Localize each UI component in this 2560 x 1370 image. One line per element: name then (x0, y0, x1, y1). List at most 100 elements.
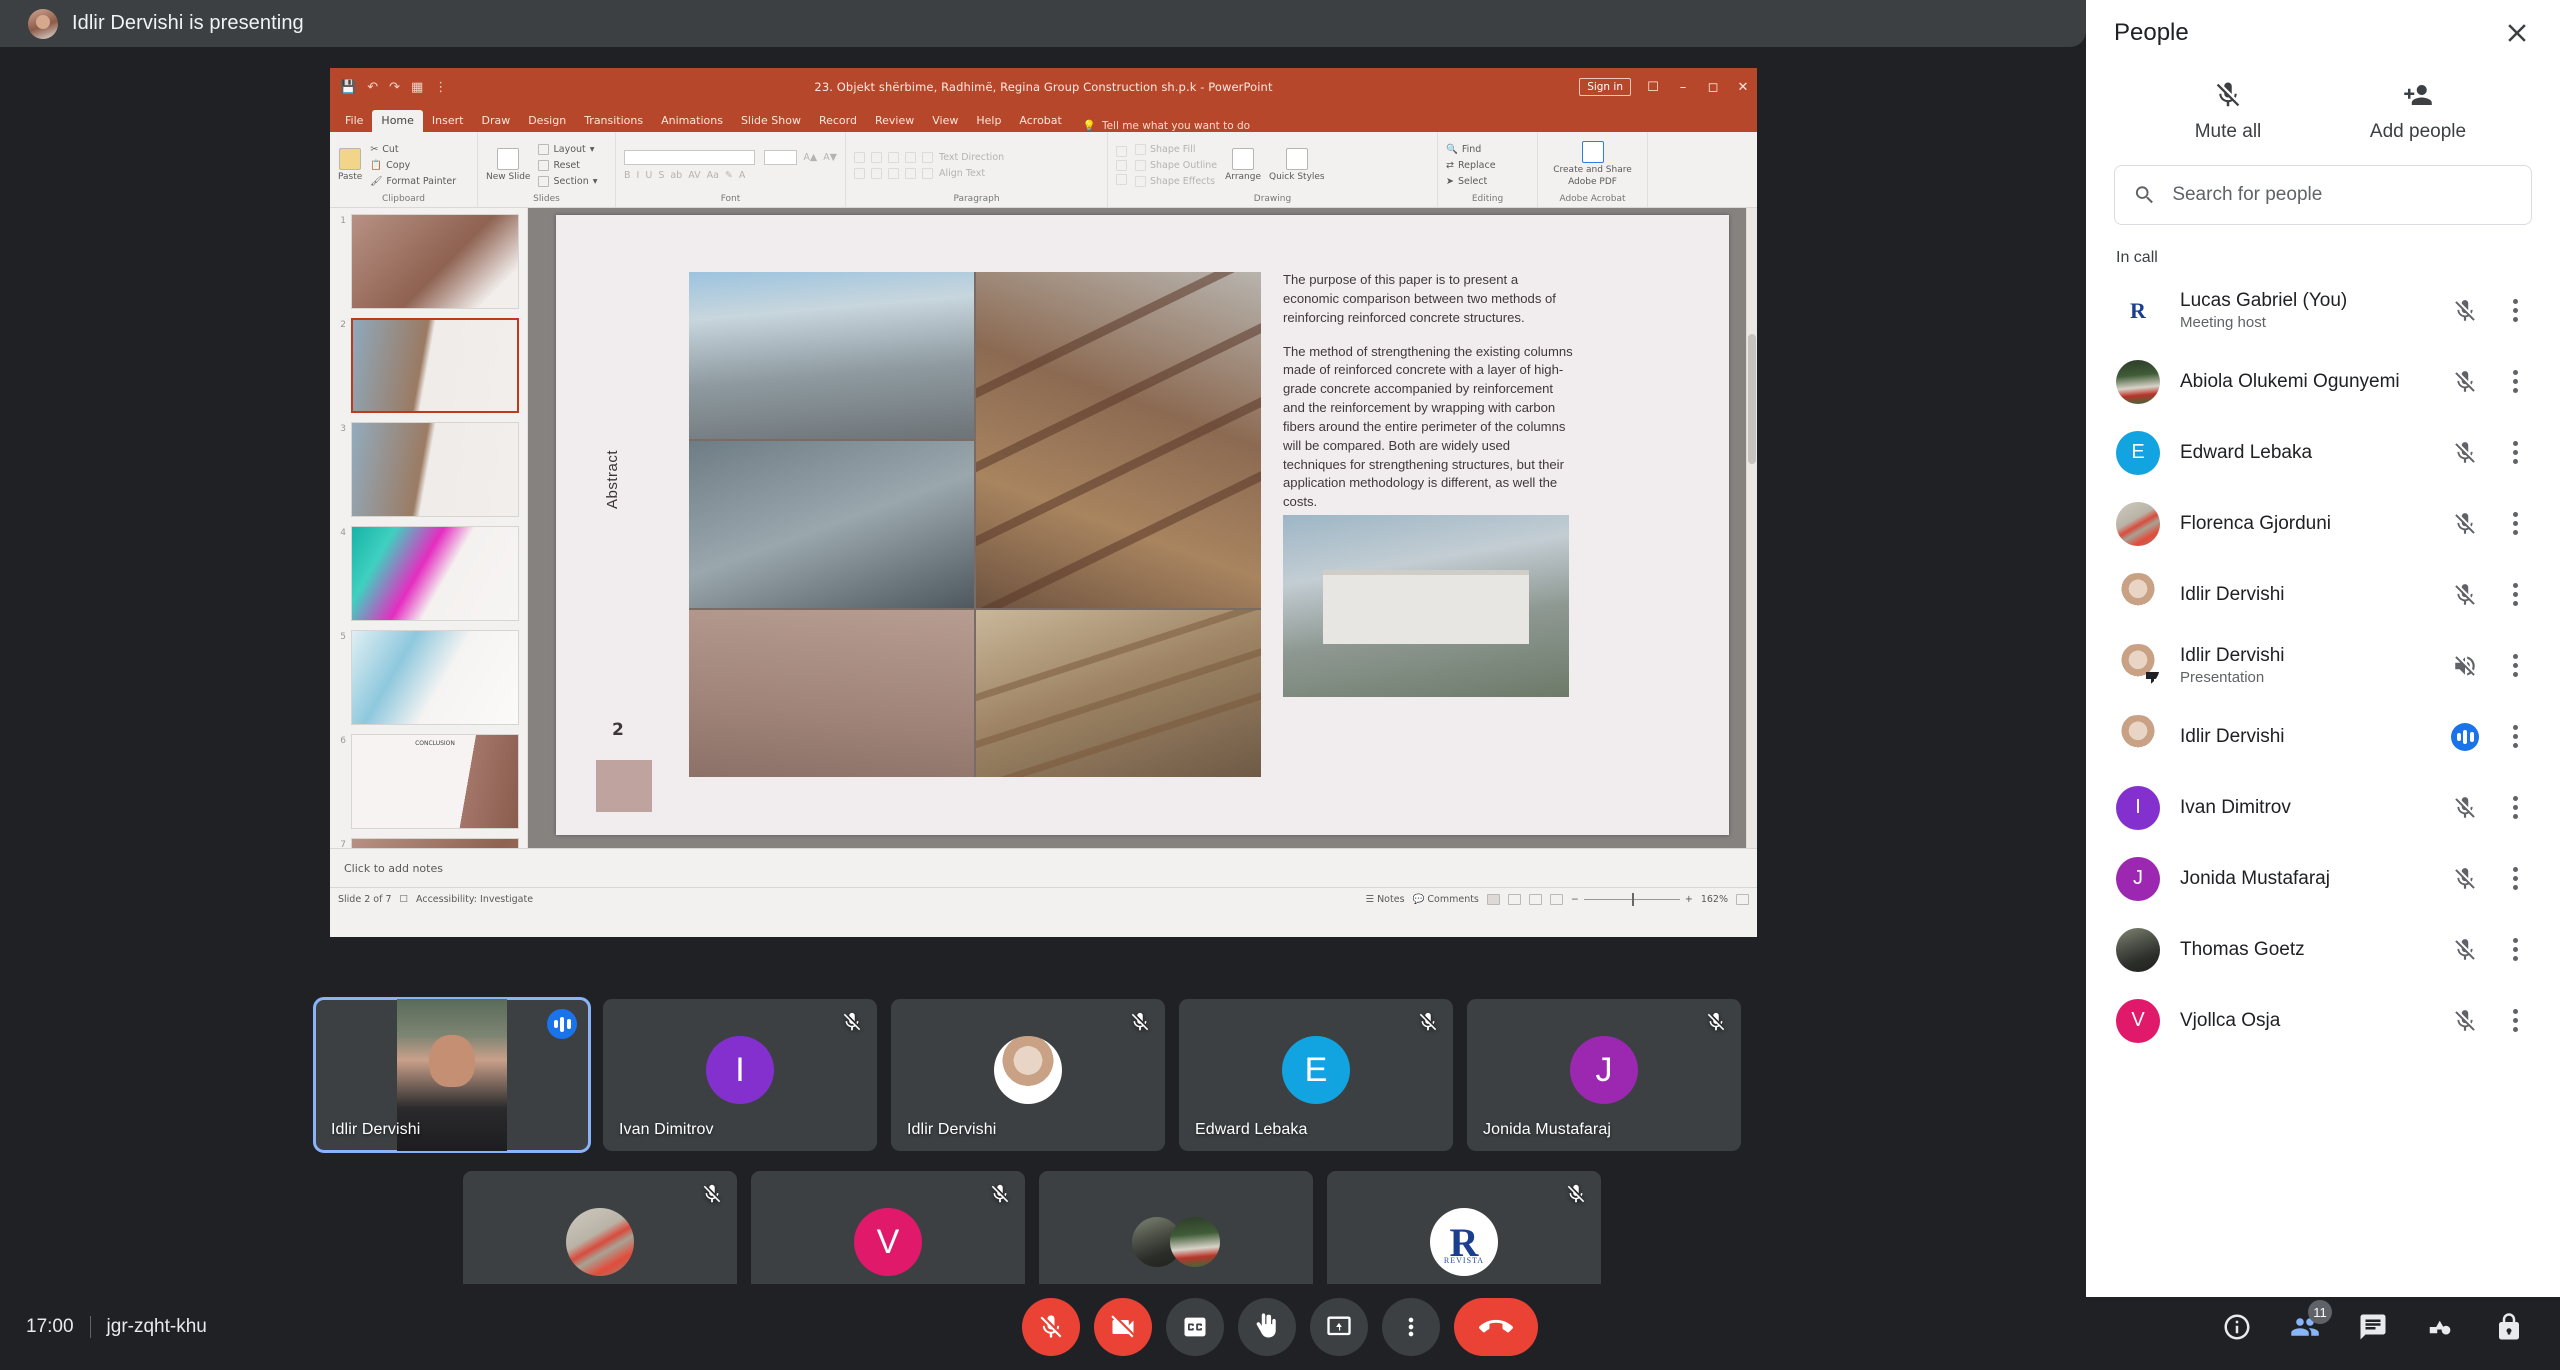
slide-thumbnail-panel[interactable]: 1 2 3 4 5 6 CONCLUSION 7 (330, 208, 528, 848)
participant-row[interactable]: Idlir Dervishi (2086, 559, 2560, 630)
language-icon[interactable]: ☐ (400, 894, 409, 905)
change-case-button[interactable]: Aa (707, 170, 719, 181)
zoom-slider[interactable]: − + (1571, 893, 1693, 906)
notes-toggle[interactable]: ☰ Notes (1366, 894, 1405, 905)
view-reading-icon[interactable] (1528, 894, 1542, 905)
align-right-icon[interactable] (888, 167, 899, 179)
participant-tile[interactable]: J Jonida Mustafaraj (1467, 999, 1741, 1151)
slide-thumbnail[interactable]: 4 (332, 526, 523, 621)
thumb-preview-7[interactable] (351, 838, 519, 848)
find-button[interactable]: 🔍 Find (1446, 144, 1496, 155)
line-spacing-icon[interactable] (922, 151, 933, 163)
speaker-off-icon[interactable] (2450, 653, 2480, 679)
participant-row[interactable]: E Edward Lebaka (2086, 417, 2560, 488)
slide-thumbnail[interactable]: 5 (332, 630, 523, 725)
mic-off-icon[interactable] (2450, 582, 2480, 608)
justify-icon[interactable] (905, 167, 916, 179)
participant-more-options-icon[interactable] (2500, 583, 2530, 606)
participant-more-options-icon[interactable] (2500, 299, 2530, 322)
slide-thumbnail[interactable]: 6 CONCLUSION (332, 734, 523, 829)
accessibility-status[interactable]: Accessibility: Investigate (416, 894, 533, 905)
notes-pane[interactable]: Click to add notes (330, 848, 1757, 887)
scrollbar-thumb[interactable] (1748, 334, 1756, 464)
create-and-share-adobe-pdf-button[interactable]: Create and Share Adobe PDF (1546, 141, 1639, 188)
participant-more-options-icon[interactable] (2500, 512, 2530, 535)
show-everyone-button[interactable]: 11 (2290, 1300, 2332, 1342)
present-icon[interactable]: ▦ (411, 81, 423, 94)
italic-button[interactable]: I (637, 170, 640, 181)
participant-more-options-icon[interactable] (2500, 938, 2530, 961)
underline-button[interactable]: U (645, 170, 652, 181)
participant-row[interactable]: J Jonida Mustafaraj (2086, 843, 2560, 914)
search-input[interactable] (2172, 184, 2513, 206)
section-button[interactable]: Section ▾ (538, 175, 598, 187)
raise-hand-button[interactable] (1238, 1298, 1296, 1356)
tab-insert[interactable]: Insert (423, 110, 473, 132)
shadow-button[interactable]: ab (670, 170, 682, 181)
slide-thumbnail[interactable]: 7 (332, 838, 523, 848)
participant-row[interactable]: R Lucas Gabriel (You) Meeting host (2086, 275, 2560, 346)
reset-button[interactable]: Reset (538, 159, 597, 171)
participant-more-options-icon[interactable] (2500, 441, 2530, 464)
view-normal-icon[interactable] (1486, 894, 1500, 905)
participant-tile[interactable]: Idlir Dervishi (891, 999, 1165, 1151)
participant-row-speaking[interactable]: Idlir Dervishi (2086, 701, 2560, 772)
leave-call-button[interactable] (1454, 1298, 1538, 1356)
more-options-button[interactable] (1382, 1298, 1440, 1356)
mute-all-button[interactable]: Mute all (2133, 80, 2323, 143)
numbering-icon[interactable] (871, 151, 882, 163)
redo-icon[interactable]: ↷ (389, 81, 400, 94)
current-slide[interactable]: Abstract 2 The purpose of this paper is … (556, 215, 1729, 835)
view-sorter-icon[interactable] (1507, 894, 1521, 905)
participant-more-options-icon[interactable] (2500, 796, 2530, 819)
slide-thumbnail[interactable]: 2 (332, 318, 523, 413)
decrease-font-icon[interactable]: A▼ (823, 152, 837, 163)
zoom-in-icon[interactable]: + (1685, 894, 1693, 905)
participant-tile[interactable]: E Edward Lebaka (1179, 999, 1453, 1151)
text-direction-button[interactable]: Text Direction (939, 152, 1004, 163)
fit-to-window-icon[interactable] (1736, 894, 1749, 905)
participant-more-options-icon[interactable] (2500, 725, 2530, 748)
increase-indent-icon[interactable] (905, 151, 916, 163)
tab-draw[interactable]: Draw (472, 110, 519, 132)
character-spacing-button[interactable]: AV (688, 170, 700, 181)
save-icon[interactable]: 💾 (340, 81, 356, 94)
slide-thumbnail[interactable]: 1 (332, 214, 523, 309)
tab-record[interactable]: Record (810, 110, 866, 132)
participant-row[interactable]: I Ivan Dimitrov (2086, 772, 2560, 843)
align-left-icon[interactable] (854, 167, 865, 179)
tab-review[interactable]: Review (866, 110, 923, 132)
meeting-details-button[interactable] (2222, 1312, 2252, 1342)
shape-effects-button[interactable]: Shape Effects (1135, 175, 1217, 187)
font-color-button[interactable]: A (739, 170, 746, 181)
zoom-out-icon[interactable]: − (1571, 894, 1579, 905)
align-center-icon[interactable] (871, 167, 882, 179)
thumb-preview-4[interactable] (351, 526, 519, 621)
participant-row-presentation[interactable]: Idlir Dervishi Presentation (2086, 630, 2560, 701)
participant-tile[interactable]: I Ivan Dimitrov (603, 999, 877, 1151)
mic-off-icon[interactable] (2450, 440, 2480, 466)
slide-editing-area[interactable]: Abstract 2 The purpose of this paper is … (528, 208, 1757, 848)
captions-button[interactable] (1166, 1298, 1224, 1356)
minimize-icon[interactable]: – (1675, 80, 1691, 95)
shared-screen-presentation[interactable]: 💾 ↶ ↷ ▦ ⋮ 23. Objekt shërbime, Radhimë, … (330, 68, 1757, 937)
tab-animations[interactable]: Animations (652, 110, 732, 132)
thumb-preview-5[interactable] (351, 630, 519, 725)
powerpoint-ribbon[interactable]: Paste ✂ Cut 📋 Copy 🖌 Format Painter Clipboa… (330, 132, 1757, 208)
participant-more-options-icon[interactable] (2500, 1009, 2530, 1032)
replace-button[interactable]: ⇄ Replace (1446, 160, 1496, 171)
increase-font-icon[interactable]: A▲ (803, 152, 817, 163)
qat-more-icon[interactable]: ⋮ (434, 81, 447, 94)
speaking-indicator[interactable] (2450, 722, 2480, 751)
thumb-preview-6[interactable]: CONCLUSION (351, 734, 519, 829)
participant-row[interactable]: Florenca Gjorduni (2086, 488, 2560, 559)
ribbon-display-options-icon[interactable]: ☐ (1645, 80, 1661, 95)
window-buttons[interactable]: Sign in ☐ – ◻ ✕ (1579, 68, 1751, 106)
camera-button[interactable] (1094, 1298, 1152, 1356)
close-icon[interactable] (2502, 18, 2532, 48)
present-now-button[interactable] (1310, 1298, 1368, 1356)
slide-thumbnail[interactable]: 3 (332, 422, 523, 517)
arrange-button[interactable]: Arrange (1225, 148, 1261, 182)
tab-view[interactable]: View (923, 110, 967, 132)
activities-button[interactable] (2426, 1312, 2456, 1342)
